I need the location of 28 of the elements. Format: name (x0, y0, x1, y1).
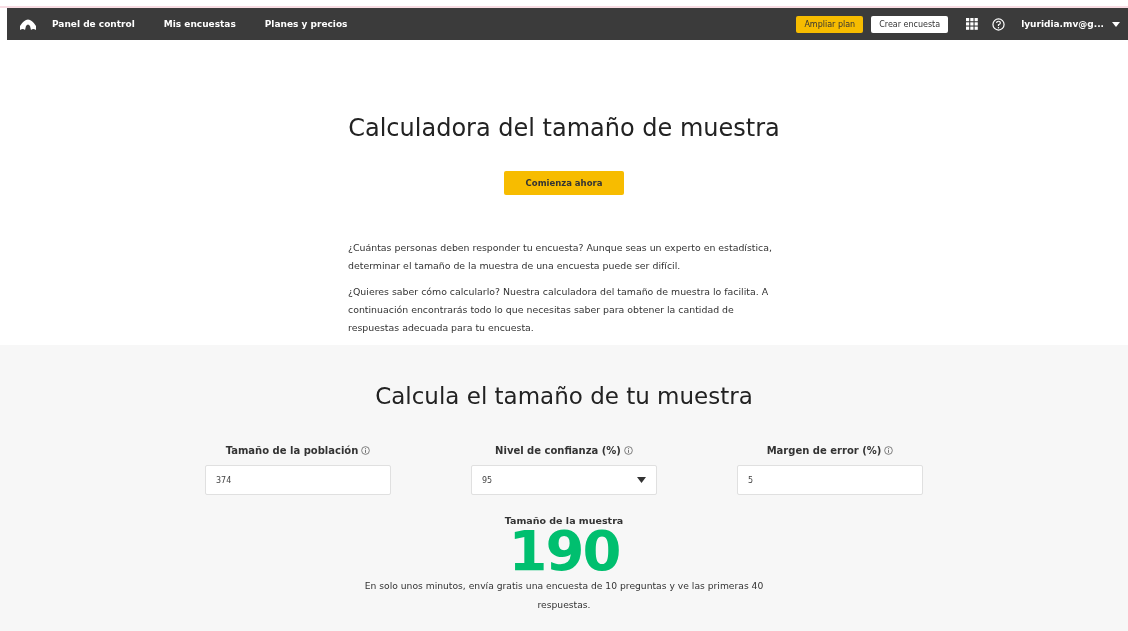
sample-size-value: 190 (508, 526, 620, 576)
nav-link[interactable]: Planes y precios (264, 19, 348, 29)
confidence-dropdown[interactable]: 95 (471, 465, 657, 495)
nav-link[interactable]: Mis encuestas (163, 19, 236, 29)
help-icon[interactable] (992, 17, 1006, 31)
section-title: Calcula el tamaño de tu muestra (375, 383, 753, 409)
upgrade-button[interactable]: Ampliar plan (796, 15, 864, 33)
caret-icon[interactable] (1112, 21, 1120, 27)
apps-grid-icon[interactable] (966, 18, 979, 30)
nav-link[interactable]: Panel de control (52, 19, 135, 29)
field-label: Tamaño de la población (225, 444, 359, 456)
info-icon[interactable] (623, 445, 633, 455)
result-label: Tamaño de la muestra (504, 515, 624, 526)
logo-icon[interactable] (18, 17, 38, 31)
intro-paragraph: ¿Quieres saber cómo calcularlo? Nuestra calculadora del tamaño de muestra lo facilita. A continuación encontrarás todo lo que necesitas saber para obtener la cantidad de respuestas adecuada para tu encuesta. (348, 285, 770, 335)
input-field[interactable]: 5 (737, 465, 923, 495)
field-label: Margen de error (%) (766, 444, 882, 456)
page-title: Calculadora del tamaño de muestra (348, 114, 780, 142)
offer-note: En solo unos minutos, envía gratis una encuesta de 10 preguntas y ve las primeras 40 respuestas. (364, 579, 764, 612)
create-survey-button[interactable]: Crear encuesta (871, 15, 949, 33)
input-field[interactable]: 374 (205, 465, 391, 495)
info-icon[interactable] (361, 445, 371, 455)
start-button[interactable]: Comienza ahora (504, 171, 624, 195)
info-icon[interactable] (884, 445, 894, 455)
caret-icon[interactable] (637, 477, 646, 483)
intro-paragraph: ¿Cuántas personas deben responder tu encuesta? Aunque seas un experto en estadística, determinar el tamaño de la muestra de una encuesta puede ser difícil. (348, 241, 773, 273)
user-menu[interactable]: lyuridia.mv@g... (1021, 19, 1104, 29)
field-label: Nivel de confianza (%) (495, 444, 621, 456)
